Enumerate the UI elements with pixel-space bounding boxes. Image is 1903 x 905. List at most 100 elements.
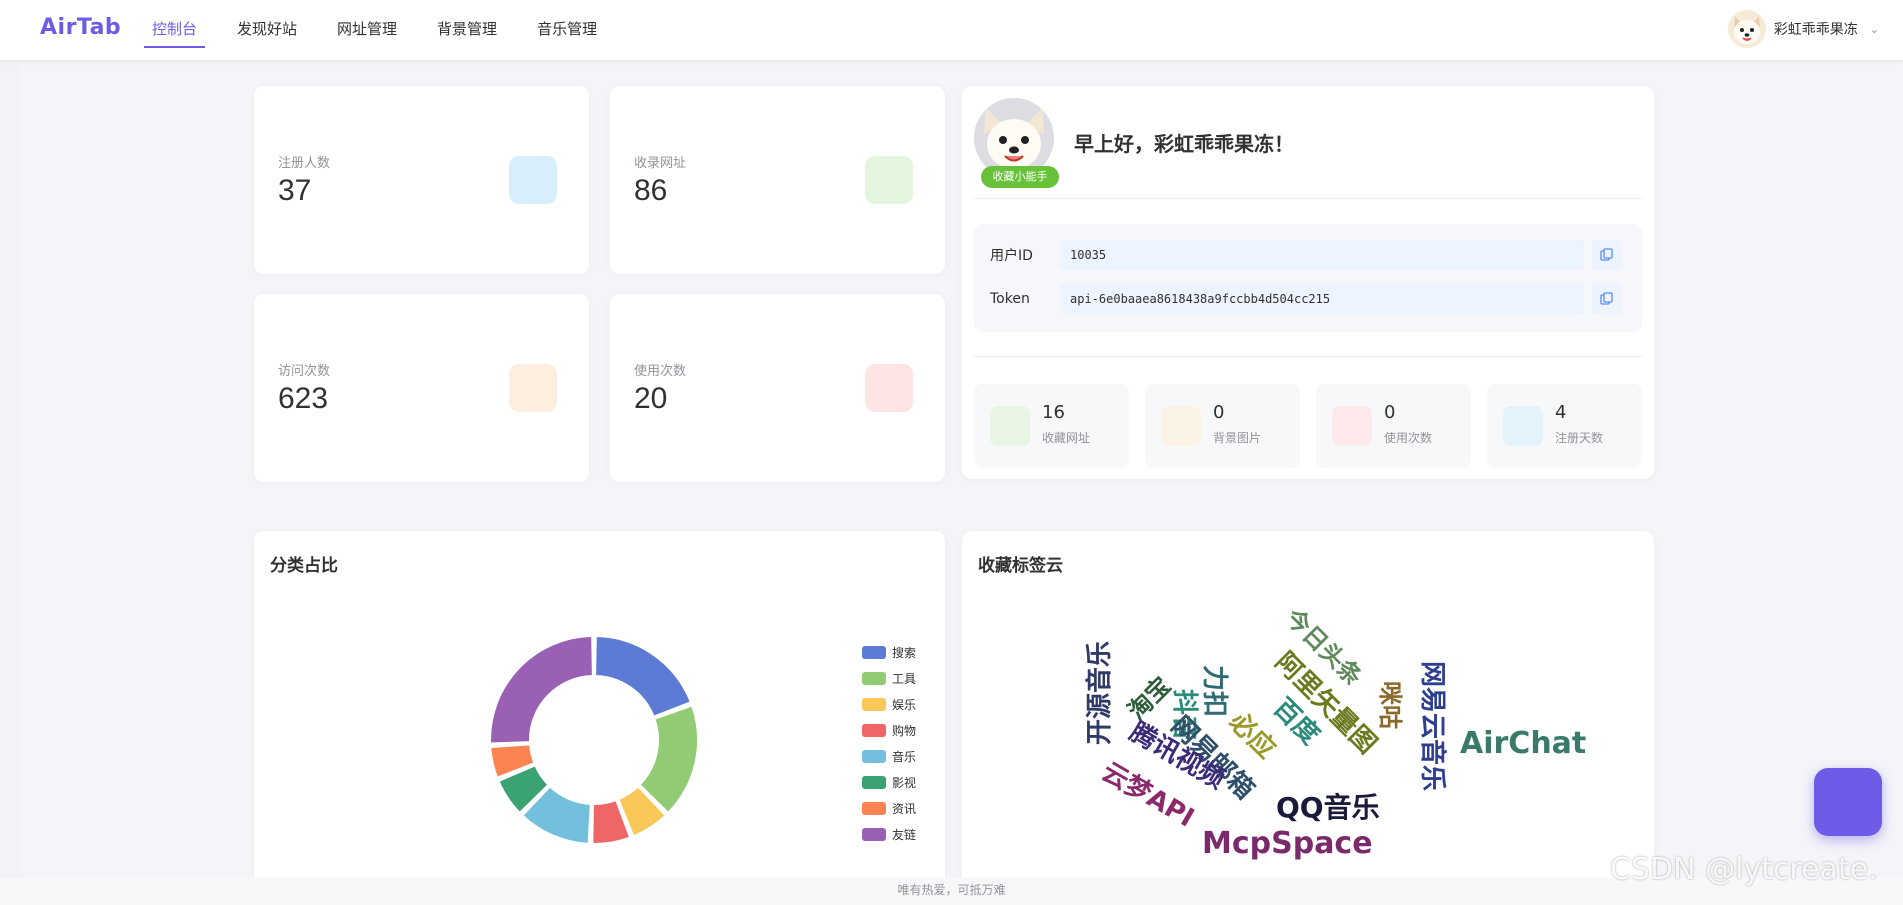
mini-stat-label: 收藏网址 <box>1042 431 1091 445</box>
nav-item-music-manage[interactable]: 音乐管理 <box>537 0 597 60</box>
tag-cloud-card: 收藏标签云 开源音乐 淘宝 抖音 力扣 今日头条 阿里矢量图 咪咕 网易云音乐 … <box>962 531 1654 891</box>
stat-card-visits: 访问次数 623 <box>254 294 589 482</box>
greeting-text: 早上好，彩虹乖乖果冻！ <box>1074 132 1294 156</box>
mini-stat-days: 4 注册天数 <box>1487 384 1642 468</box>
mini-stat-value: 16 <box>1042 402 1065 423</box>
brand-logo[interactable]: AirTab <box>40 15 121 40</box>
stat-card-usage: 使用次数 20 <box>610 294 945 482</box>
legend-swatch <box>862 671 886 685</box>
pie-slice-搜索[interactable] <box>594 635 692 718</box>
tag-word[interactable]: AirChat <box>1460 726 1586 761</box>
stat-label: 使用次数 <box>634 364 687 379</box>
mini-stat-backgrounds: 0 背景图片 <box>1145 384 1300 468</box>
legend-item[interactable]: 购物 <box>862 717 916 743</box>
stat-label: 访问次数 <box>278 364 331 379</box>
legend-item[interactable]: 资讯 <box>862 795 916 821</box>
copy-icon <box>1600 292 1613 305</box>
nav-item-url-manage[interactable]: 网址管理 <box>337 0 397 60</box>
chevron-down-icon[interactable]: ⌄ <box>1870 23 1879 36</box>
legend-swatch <box>862 697 886 711</box>
bookmark-icon <box>990 406 1030 446</box>
copy-user-id-button[interactable] <box>1592 240 1622 270</box>
credentials-box: 用户ID 10035 Token api-6e0baaea8618438a9fc… <box>974 224 1642 332</box>
token-label: Token <box>990 291 1030 307</box>
legend-item[interactable]: 影视 <box>862 769 916 795</box>
image-icon <box>1161 406 1201 446</box>
legend-item[interactable]: 搜索 <box>862 639 916 665</box>
stat-value: 20 <box>634 382 668 415</box>
nav-item-dashboard[interactable]: 控制台 <box>143 0 206 60</box>
stat-value: 86 <box>634 174 668 207</box>
eye-icon <box>509 364 557 412</box>
dog-avatar-icon <box>1727 10 1766 48</box>
legend-swatch <box>862 775 886 789</box>
legend-label: 工具 <box>892 671 917 686</box>
tag-word[interactable]: 网易云音乐 <box>1417 661 1448 791</box>
divider <box>974 198 1642 199</box>
legend-item[interactable]: 工具 <box>862 665 916 691</box>
copy-token-button[interactable] <box>1592 284 1622 314</box>
user-id-field[interactable]: 10035 <box>1060 240 1584 270</box>
token-row: Token api-6e0baaea8618438a9fccbb4d504cc2… <box>990 284 1622 314</box>
profile-badge: 收藏小能手 <box>981 166 1059 188</box>
legend-label: 购物 <box>892 723 917 738</box>
tag-word[interactable]: 咪咕 <box>1376 681 1404 729</box>
stat-label: 收录网址 <box>634 156 687 171</box>
avatar[interactable] <box>1727 10 1766 48</box>
donut-chart <box>489 635 699 845</box>
mini-stat-value: 0 <box>1384 402 1396 423</box>
users-icon <box>509 156 557 204</box>
legend-swatch <box>862 801 886 815</box>
nav-item-discover[interactable]: 发现好站 <box>237 0 297 60</box>
pie-slice-友链[interactable] <box>489 635 594 745</box>
watermark: CSDN @lytcreate. <box>1610 852 1878 887</box>
legend-swatch <box>862 645 886 659</box>
legend-label: 资讯 <box>892 801 917 816</box>
legend-label: 娱乐 <box>892 697 917 712</box>
legend-label: 影视 <box>892 775 917 790</box>
main-nav: 控制台 发现好站 网址管理 背景管理 音乐管理 <box>143 0 637 60</box>
legend-label: 搜索 <box>892 645 917 660</box>
link-icon <box>865 156 913 204</box>
user-name[interactable]: 彩虹乖乖果冻 <box>1774 19 1858 39</box>
legend-label: 友链 <box>892 827 917 842</box>
stat-card-urls: 收录网址 86 <box>610 86 945 274</box>
floating-action-button[interactable] <box>1814 768 1882 836</box>
mini-stat-usage: 0 使用次数 <box>1316 384 1471 468</box>
tag-word[interactable]: 力扣 <box>1199 665 1229 717</box>
legend-label: 音乐 <box>892 749 917 764</box>
divider <box>974 356 1642 357</box>
top-navbar: AirTab 控制台 发现好站 网址管理 背景管理 音乐管理 彩虹乖乖果冻 ⌄ <box>0 0 1903 60</box>
legend-swatch <box>862 749 886 763</box>
stat-label: 注册人数 <box>278 156 331 171</box>
token-field[interactable]: api-6e0baaea8618438a9fccbb4d504cc215 <box>1060 284 1584 314</box>
profile-card: 收藏小能手 早上好，彩虹乖乖果冻！ 用户ID 10035 Token api-6… <box>962 86 1654 479</box>
tag-word[interactable]: QQ音乐 <box>1276 791 1380 824</box>
tag-word[interactable]: McpSpace <box>1202 826 1373 861</box>
legend-item[interactable]: 音乐 <box>862 743 916 769</box>
activity-icon <box>865 364 913 412</box>
stat-value: 37 <box>278 174 312 207</box>
mini-stat-label: 使用次数 <box>1384 431 1433 445</box>
tag-word[interactable]: 淘宝 <box>1122 672 1176 726</box>
mini-stat-value: 4 <box>1555 402 1567 423</box>
legend-swatch <box>862 723 886 737</box>
copy-icon <box>1600 248 1613 261</box>
mini-stat-value: 0 <box>1213 402 1225 423</box>
mini-stat-label: 注册天数 <box>1555 431 1604 445</box>
nav-item-background-manage[interactable]: 背景管理 <box>437 0 497 60</box>
category-chart-card: 分类占比 搜索 工具 娱乐 购物 音乐 影视 资讯 友链 <box>254 531 945 891</box>
user-menu[interactable]: 彩虹乖乖果冻 ⌄ <box>1727 10 1879 48</box>
activity-icon <box>1332 406 1372 446</box>
tag-cloud: 开源音乐 淘宝 抖音 力扣 今日头条 阿里矢量图 咪咕 网易云音乐 网易邮箱 必… <box>1084 603 1586 861</box>
legend-item[interactable]: 娱乐 <box>862 691 916 717</box>
user-id-row: 用户ID 10035 <box>990 240 1622 270</box>
tag-word[interactable]: 开源音乐 <box>1084 641 1115 745</box>
mini-stat-label: 背景图片 <box>1213 431 1262 445</box>
stat-card-registered: 注册人数 37 <box>254 86 589 274</box>
calendar-icon <box>1503 406 1543 446</box>
legend-item[interactable]: 友链 <box>862 821 916 847</box>
stat-value: 623 <box>278 382 329 415</box>
mini-stat-bookmarks: 16 收藏网址 <box>974 384 1129 468</box>
user-id-label: 用户ID <box>990 248 1033 264</box>
